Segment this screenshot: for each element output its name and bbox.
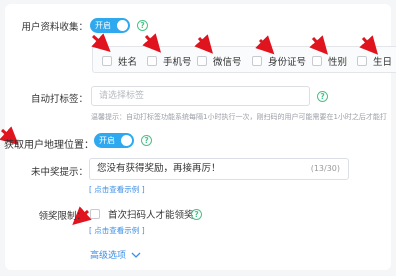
advanced-options-label: 高级选项 <box>90 251 127 261</box>
claim-limit-label: 领奖限制： <box>38 211 86 222</box>
arrow-gender <box>309 35 329 55</box>
location-label: 获取用户地理位置： <box>4 140 94 151</box>
location-help-icon[interactable]: ? <box>141 135 152 146</box>
chevron-down-icon <box>131 252 141 258</box>
claim-limit-option[interactable]: 首次扫码人才能领奖 <box>90 207 194 221</box>
toggle-knob <box>121 135 132 146</box>
claim-limit-example-link[interactable]: [ 点击查看示例 ] <box>89 225 145 236</box>
no-prize-counter: (13/30) <box>310 164 340 173</box>
claim-limit-checkbox[interactable] <box>90 209 100 219</box>
advanced-options-toggle[interactable]: 高级选项 <box>90 248 141 261</box>
tag-select[interactable]: 请选择标签 <box>91 86 310 106</box>
claim-limit-help-icon[interactable]: ? <box>191 209 202 220</box>
no-prize-input[interactable]: 您没有获得奖励，再接再厉！ (13/30) <box>89 158 349 180</box>
claim-limit-checkbox-label: 首次扫码人才能领奖 <box>108 210 194 221</box>
arrow-name <box>91 33 111 53</box>
arrow-id <box>255 35 275 55</box>
auto-tag-hint: 温馨提示：自动打标签功能系统每隔1小时执行一次，刚扫码的用户可能需要在1小时之后… <box>91 113 387 121</box>
no-prize-label: 未中奖提示： <box>30 167 88 178</box>
arrow-phone <box>142 33 162 53</box>
tag-select-placeholder: 请选择标签 <box>99 91 145 101</box>
arrow-birthday <box>359 35 379 55</box>
auto-tag-help-icon[interactable]: ? <box>317 91 328 102</box>
arrow-wechat <box>194 34 213 54</box>
auto-tag-label: 自动打标签： <box>30 94 88 105</box>
no-prize-value: 您没有获得奖励，再接再厉！ <box>97 163 221 174</box>
location-toggle-text: 开启 <box>99 136 115 145</box>
location-toggle[interactable]: 开启 <box>94 133 134 148</box>
no-prize-example-link[interactable]: [ 点击查看示例 ] <box>89 184 145 195</box>
